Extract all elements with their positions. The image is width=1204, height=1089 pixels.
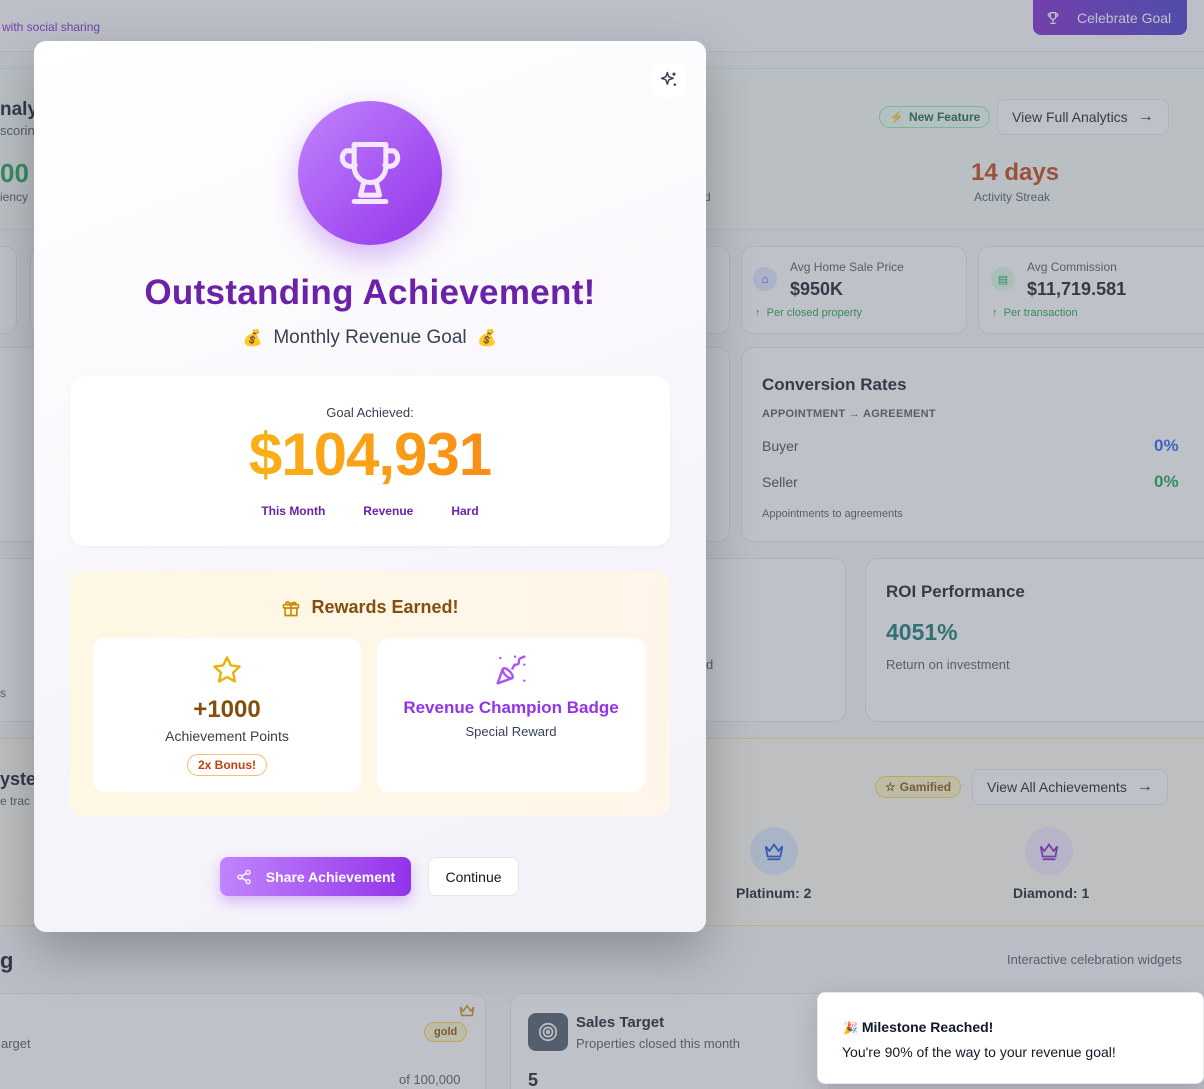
goal-tag-period: This Month bbox=[261, 504, 326, 518]
share-achievement-label: Share Achievement bbox=[265, 868, 396, 885]
goal-tag-type: Revenue bbox=[363, 504, 414, 518]
reward-points-label: Achievement Points bbox=[165, 728, 289, 744]
trophy-badge bbox=[298, 101, 442, 245]
goal-achieved-label: Goal Achieved: bbox=[326, 405, 414, 420]
goal-achieved-box: Goal Achieved: $104,931 This Month Reven… bbox=[70, 376, 670, 546]
reward-card-points: +1000 Achievement Points 2x Bonus! bbox=[93, 638, 361, 792]
toast-title-text: Milestone Reached! bbox=[861, 1019, 994, 1035]
modal-title: Outstanding Achievement! bbox=[144, 273, 596, 312]
party-emoji: 🎉 bbox=[843, 1021, 858, 1035]
rewards-panel: Rewards Earned! +1000 Achievement Points… bbox=[70, 571, 670, 816]
toast-title: 🎉 Milestone Reached! bbox=[843, 1019, 993, 1035]
modal-subtitle: 💰 Monthly Revenue Goal 💰 bbox=[34, 327, 706, 349]
party-popper-icon bbox=[495, 654, 527, 691]
sparkles-icon bbox=[660, 71, 677, 86]
trophy-icon bbox=[339, 141, 401, 205]
goal-achieved-value: $104,931 bbox=[70, 420, 670, 489]
reward-points-value: +1000 bbox=[193, 696, 261, 723]
sparkles-button[interactable] bbox=[652, 63, 686, 97]
star-icon bbox=[211, 654, 243, 691]
money-bag-emoji: 💰 bbox=[242, 330, 263, 347]
gift-icon bbox=[283, 600, 300, 616]
share-achievement-button[interactable]: Share Achievement bbox=[220, 857, 411, 896]
goal-name: Monthly Revenue Goal bbox=[273, 327, 467, 348]
continue-button[interactable]: Continue bbox=[428, 857, 519, 896]
reward-card-badge: Revenue Champion Badge Special Reward bbox=[377, 638, 645, 792]
money-bag-emoji: 💰 bbox=[477, 330, 498, 347]
share-icon bbox=[237, 869, 251, 884]
rewards-title: Rewards Earned! bbox=[70, 597, 670, 618]
reward-badge-label: Special Reward bbox=[465, 724, 557, 739]
goal-tag-difficulty: Hard bbox=[451, 504, 479, 518]
bonus-badge: 2x Bonus! bbox=[187, 754, 267, 776]
rewards-title-text: Rewards Earned! bbox=[311, 597, 459, 617]
toast-message: You're 90% of the way to your revenue go… bbox=[842, 1044, 1116, 1060]
milestone-toast: 🎉 Milestone Reached! You're 90% of the w… bbox=[817, 992, 1204, 1084]
achievement-modal: Outstanding Achievement! 💰 Monthly Reven… bbox=[34, 41, 706, 932]
reward-badge-title: Revenue Champion Badge bbox=[403, 698, 619, 717]
goal-tags: This Month Revenue Hard bbox=[70, 504, 670, 518]
